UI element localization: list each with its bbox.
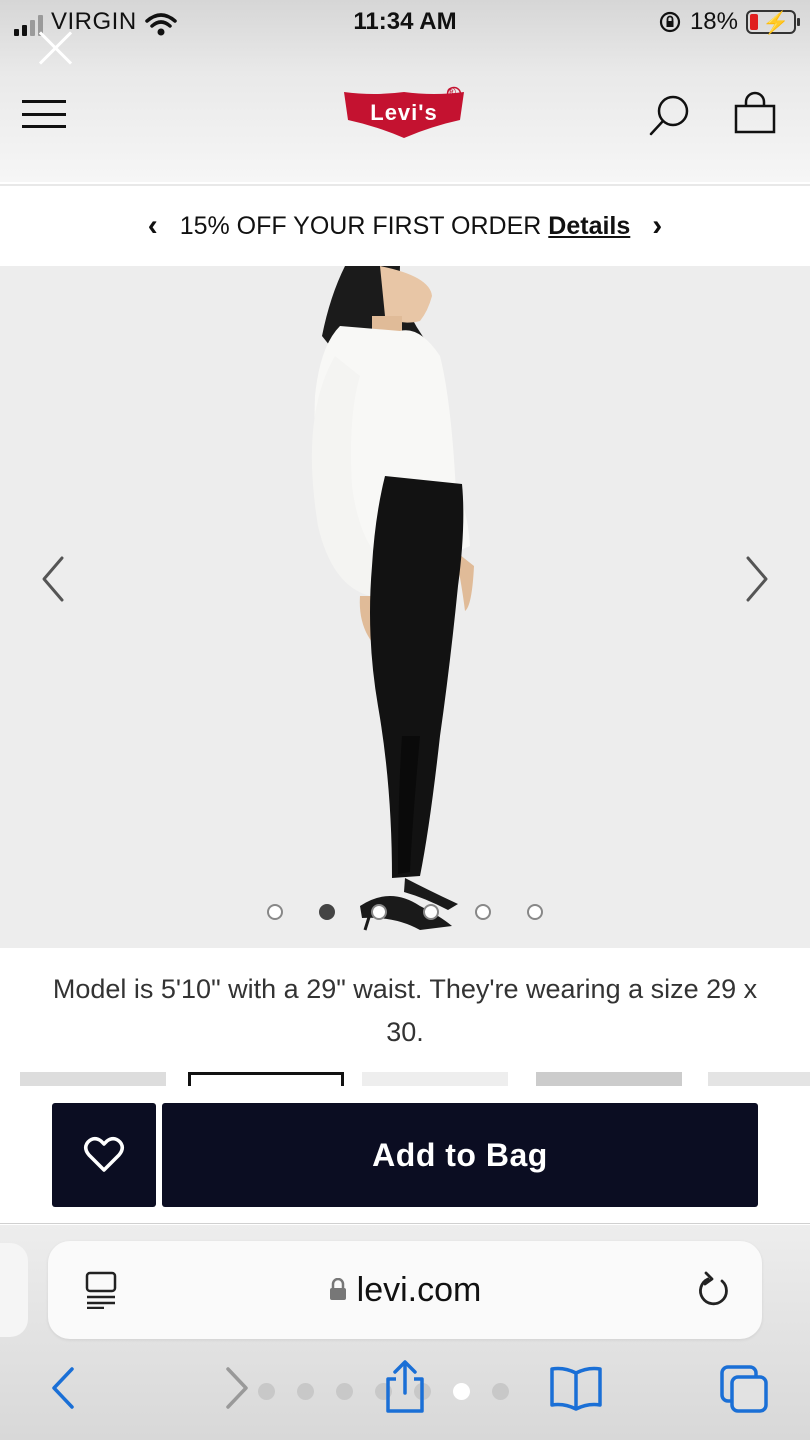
thumbnail[interactable] bbox=[536, 1072, 682, 1086]
carousel-dot[interactable] bbox=[371, 904, 387, 920]
status-right: 18% ⚡ bbox=[658, 8, 800, 36]
carousel-next-icon[interactable] bbox=[742, 554, 772, 604]
model-info: Model is 5'10" with a 29" waist. They're… bbox=[52, 974, 758, 1047]
bookmarks-icon[interactable] bbox=[548, 1365, 604, 1411]
thumbnail[interactable] bbox=[20, 1072, 166, 1086]
heart-icon bbox=[84, 1137, 124, 1172]
previous-tab-peek[interactable] bbox=[0, 1243, 28, 1337]
battery-percent: 18% bbox=[689, 8, 738, 35]
add-to-bag-button[interactable]: Add to Bag bbox=[162, 1103, 758, 1207]
url-display[interactable]: levi.com bbox=[48, 1271, 762, 1310]
carousel-dot[interactable] bbox=[319, 904, 335, 920]
menu-icon[interactable] bbox=[22, 100, 66, 128]
orientation-lock-icon bbox=[659, 11, 681, 33]
carousel-prev-icon[interactable] bbox=[38, 554, 68, 604]
promo-text: 15% OFF YOUR FIRST ORDER Details bbox=[180, 212, 631, 241]
product-photo bbox=[0, 266, 810, 948]
levis-logo[interactable]: Levi's ® bbox=[342, 85, 470, 140]
wishlist-button[interactable] bbox=[52, 1103, 156, 1207]
promo-bar: ‹ 15% OFF YOUR FIRST ORDER Details › bbox=[0, 184, 810, 266]
promo-message: 15% OFF YOUR FIRST ORDER bbox=[179, 211, 542, 240]
site-header: Levi's ® bbox=[0, 70, 810, 160]
status-bar: VIRGIN 11:34 AM 18% ⚡ bbox=[0, 0, 810, 44]
bag-icon[interactable] bbox=[732, 90, 778, 136]
carousel-dot[interactable] bbox=[527, 904, 543, 920]
close-icon[interactable] bbox=[36, 28, 76, 68]
logo-text: Levi's bbox=[370, 100, 438, 125]
address-bar[interactable]: levi.com bbox=[48, 1241, 762, 1339]
browser-chrome: levi.com bbox=[0, 1225, 810, 1440]
thumbnail[interactable] bbox=[708, 1072, 810, 1086]
search-icon[interactable] bbox=[646, 92, 692, 138]
url-text: levi.com bbox=[356, 1271, 482, 1309]
browser-toolbar bbox=[0, 1360, 810, 1425]
share-icon[interactable] bbox=[382, 1359, 428, 1415]
carousel-dot[interactable] bbox=[423, 904, 439, 920]
purchase-action-bar: Add to Bag bbox=[0, 1086, 810, 1224]
carousel-dot[interactable] bbox=[475, 904, 491, 920]
product-image-carousel[interactable] bbox=[0, 266, 810, 948]
back-icon[interactable] bbox=[48, 1365, 78, 1411]
forward-icon[interactable] bbox=[222, 1365, 252, 1411]
tabs-icon[interactable] bbox=[718, 1363, 772, 1415]
thumbnail-strip[interactable] bbox=[0, 1070, 810, 1086]
battery-icon: ⚡ bbox=[746, 10, 800, 35]
lock-icon bbox=[329, 1278, 346, 1301]
promo-details-link[interactable]: Details bbox=[548, 212, 630, 240]
carousel-dots bbox=[0, 904, 810, 920]
promo-prev-icon[interactable]: ‹ bbox=[148, 209, 158, 243]
carousel-dot[interactable] bbox=[267, 904, 283, 920]
thumbnail[interactable] bbox=[362, 1072, 508, 1086]
promo-next-icon[interactable]: › bbox=[652, 209, 662, 243]
reload-icon[interactable] bbox=[696, 1269, 732, 1309]
thumbnail-selected[interactable] bbox=[188, 1072, 344, 1086]
registered-mark: ® bbox=[447, 85, 456, 99]
